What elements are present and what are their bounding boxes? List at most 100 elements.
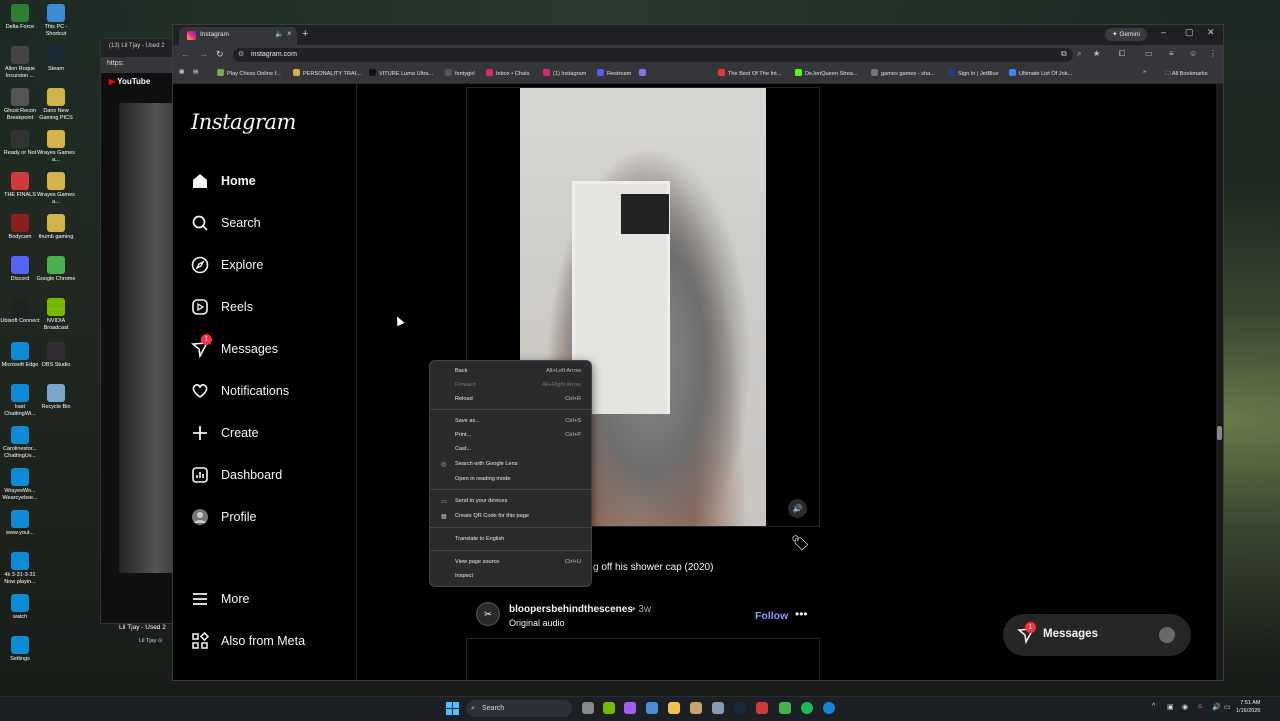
reload-icon[interactable]: ↻ xyxy=(216,49,224,60)
chrome-icon[interactable] xyxy=(779,702,791,714)
battery-icon[interactable]: ▭ xyxy=(1224,703,1231,711)
context-menu-item[interactable]: Translate to English xyxy=(430,534,591,546)
minimize-icon[interactable]: – xyxy=(1161,27,1166,37)
bookmark-item[interactable]: DeJenQueen Strea... xyxy=(795,69,858,77)
sidebar-item-create[interactable]: Create xyxy=(191,420,341,448)
clock[interactable]: 7:51 AM 1/16/2026 xyxy=(1236,699,1260,715)
desktop-icon[interactable]: NVIDIA Broadcast xyxy=(36,298,76,332)
bookmark-item[interactable]: (1) Instagram xyxy=(543,69,586,77)
sidebar-item-home[interactable]: Home xyxy=(191,168,341,196)
more-options-icon[interactable]: ••• xyxy=(795,607,808,621)
sidebar-item-more[interactable]: More xyxy=(191,586,341,614)
sidebar-item-also-from-meta[interactable]: Also from Meta xyxy=(191,628,341,656)
media-icon[interactable]: ≡ xyxy=(1169,49,1174,58)
sidebar-item-reels[interactable]: Reels xyxy=(191,294,341,322)
page-scrollbar[interactable] xyxy=(1216,84,1223,680)
audio-link[interactable]: Original audio xyxy=(509,618,565,628)
bookmark-star-icon[interactable]: ★ xyxy=(1093,49,1100,58)
youtube-window[interactable]: (13) Lil Tjay - Used 2 https: ▶ YouTube … xyxy=(100,38,182,644)
desktop-icon[interactable]: Ready or Not xyxy=(0,130,40,157)
bookmark-item[interactable]: games games - sha... xyxy=(871,69,935,77)
install-icon[interactable]: ⧉ xyxy=(1061,49,1067,59)
desktop-icon[interactable]: Delta Force xyxy=(0,4,40,31)
desktop-icon[interactable]: thumb gaming xyxy=(36,214,76,241)
context-menu-item[interactable]: Forward Alt+Right Arrow xyxy=(430,380,591,392)
next-post[interactable] xyxy=(466,638,820,680)
desktop-icon[interactable]: watch xyxy=(0,594,40,621)
desktop-icon[interactable]: Microsoft Edge xyxy=(0,342,40,369)
bookmark-item[interactable]: Sign In | JetBlue xyxy=(948,69,999,77)
new-tab-button[interactable]: + xyxy=(302,28,308,40)
steam-icon[interactable] xyxy=(734,702,746,714)
forward-icon[interactable]: → xyxy=(199,49,208,59)
edge-icon[interactable] xyxy=(823,702,835,714)
context-menu-item[interactable]: Inspect xyxy=(430,571,591,583)
desktop-icon[interactable]: THE FINALS xyxy=(0,172,40,199)
taskbar-search[interactable]: ⌕ Search xyxy=(466,700,572,717)
bookmark-item[interactable]: Inbox • Chats xyxy=(486,69,529,77)
tab-instagram[interactable]: Instagram 🔈 × xyxy=(179,27,297,45)
bookmark-item[interactable]: Ultimate List Of Jok... xyxy=(1009,69,1072,77)
save-bookmark-icon[interactable]: 🏷 xyxy=(791,534,810,552)
sidebar-item-explore[interactable]: Explore xyxy=(191,252,341,280)
zoom-icon[interactable]: ⌕ xyxy=(1077,49,1081,59)
sidebar-item-dashboard[interactable]: Dashboard xyxy=(191,462,341,490)
context-menu-item[interactable]: Back Alt+Left Arrow xyxy=(430,366,591,378)
context-menu-item[interactable]: ▦ Create QR Code for this page xyxy=(430,511,591,523)
tray-app-icon[interactable]: ◉ xyxy=(1182,703,1188,711)
desktop-icon[interactable]: OBS Studio xyxy=(36,342,76,369)
desktop-icon[interactable]: Steam xyxy=(36,46,76,73)
context-menu-item[interactable]: Save as... Ctrl+S xyxy=(430,416,591,428)
context-menu-item[interactable]: Reload Ctrl+R xyxy=(430,394,591,406)
desktop-icon[interactable]: Ghost Recon Breakpoint xyxy=(0,88,40,122)
network-icon[interactable]: ⌂ xyxy=(1198,703,1202,710)
gemini-button[interactable]: ✦ Gemini xyxy=(1105,28,1147,41)
speaker-icon[interactable]: 🔈 xyxy=(275,30,284,38)
sidebar-item-messages[interactable]: 1 Messages xyxy=(191,334,341,364)
settings-icon[interactable] xyxy=(712,702,724,714)
tray-overflow-icon[interactable]: ^ xyxy=(1152,703,1155,710)
close-window-icon[interactable]: ✕ xyxy=(1207,27,1215,38)
store-icon[interactable] xyxy=(646,702,658,714)
desktop-icon[interactable]: WrayesWo... Wearcyebse... xyxy=(0,468,40,502)
youtube-tab[interactable]: (13) Lil Tjay - Used 2 xyxy=(101,39,181,57)
author-username[interactable]: bloopersbehindthescenes xyxy=(509,604,633,615)
tab-groups-icon[interactable]: ▤ xyxy=(193,69,198,75)
desktop-icon[interactable]: www.yout... xyxy=(0,510,40,537)
context-menu-item[interactable]: View page source Ctrl+U xyxy=(430,557,591,569)
desktop-icon[interactable]: Allen Roque Incursion ... xyxy=(0,46,40,80)
bookmark-item[interactable] xyxy=(639,69,649,77)
sidebar-item-profile[interactable]: Profile xyxy=(191,504,341,532)
desktop-icon[interactable]: Recycle Bin xyxy=(36,384,76,411)
desktop-icon[interactable]: Discord xyxy=(0,256,40,283)
desktop-icon[interactable]: Carolinestor... ChattingUv... xyxy=(0,426,40,460)
desktop-icon[interactable]: Wrayes Games a... xyxy=(36,130,76,164)
bookmark-item[interactable]: fentygirl xyxy=(445,69,475,77)
author-avatar[interactable]: ✂ xyxy=(476,602,500,626)
bookmark-item[interactable]: Restream xyxy=(597,69,631,77)
youtube-video-title[interactable]: Lil Tjay - Used 2 xyxy=(119,624,166,631)
back-icon[interactable]: ← xyxy=(181,49,190,59)
maximize-icon[interactable]: ▢ xyxy=(1185,27,1194,38)
spotify-icon[interactable] xyxy=(801,702,813,714)
follow-button[interactable]: Follow xyxy=(755,610,788,622)
desktop-icon[interactable]: kast ChattingWi... xyxy=(0,384,40,418)
sidebar-item-notifications[interactable]: Notifications xyxy=(191,378,341,406)
all-bookmarks[interactable]: 🗀 All Bookmarks xyxy=(1165,69,1208,79)
address-bar[interactable]: ⚙ instagram.com xyxy=(233,48,1073,62)
app-icon[interactable] xyxy=(756,702,768,714)
tray-app-icon[interactable]: ▣ xyxy=(1167,703,1174,711)
desktop-icon[interactable]: This PC - Shortcut xyxy=(36,4,76,38)
mute-toggle-icon[interactable]: 🔊 xyxy=(788,499,807,518)
bookmark-item[interactable]: PERSONALITY TRAI... xyxy=(293,69,361,77)
desktop-icon[interactable]: Google Chrome xyxy=(36,256,76,283)
site-info-icon[interactable]: ⚙ xyxy=(238,48,244,62)
context-menu-item[interactable]: Open in reading mode xyxy=(430,474,591,486)
bookmark-item[interactable]: Play Chess Online f... xyxy=(217,69,281,77)
desktop-icon[interactable]: 4k 3-31-3-31 Now playin... xyxy=(0,552,40,586)
youtube-channel-name[interactable]: Lil Tjay ⊙ xyxy=(139,638,162,644)
context-menu-item[interactable]: ▭ Send to your devices xyxy=(430,496,591,508)
sidepanel-icon[interactable]: ▭ xyxy=(1145,49,1153,58)
instagram-logo[interactable]: Instagram xyxy=(191,110,296,134)
copilot-icon[interactable] xyxy=(624,702,636,714)
